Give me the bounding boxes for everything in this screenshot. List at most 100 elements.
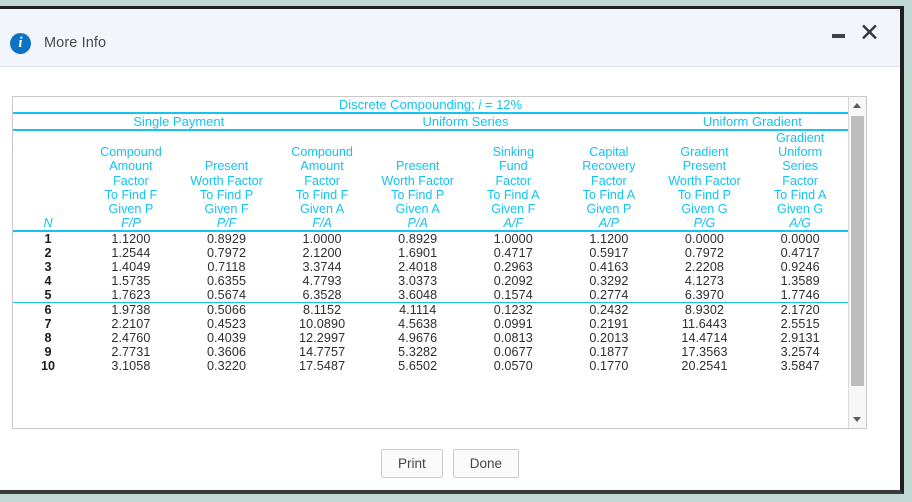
- cell-value: 0.0000: [684, 232, 725, 247]
- cell-value: 10.0890: [298, 317, 346, 332]
- cell-value: 8.1152: [303, 303, 342, 318]
- cell-value: 0.0000: [780, 232, 820, 247]
- cell-value: 0.1232: [493, 303, 533, 318]
- table-row: 5 1.7623 0.5674 6.3528 3.6048 0.1574 0.2774 6.3…: [13, 288, 848, 304]
- cell-value: 2.2107: [111, 317, 151, 332]
- done-button[interactable]: Done: [452, 449, 520, 478]
- cell-value: 0.0570: [493, 359, 533, 374]
- page-title: More Info: [44, 35, 107, 51]
- cell-value: 4.7793: [302, 274, 342, 289]
- minimize-button[interactable]: [832, 28, 846, 41]
- interest-factor-table: Discrete Compounding; i = 12% Single Pay…: [13, 97, 848, 373]
- column-formula-row: N To Find F Given P F/P To Find P Given F P/…: [13, 187, 848, 233]
- cell-value: 2.4760: [111, 331, 151, 346]
- column-header-a-p: To Find A Given P A/P: [561, 187, 657, 233]
- table-row: 10 3.1058 0.3220 17.5487 5.6502 0.0570 0.1770 2…: [13, 359, 848, 373]
- cell-value: 0.4523: [206, 317, 247, 332]
- cell-value: 0.1770: [589, 359, 629, 374]
- cell-value: 1.1200: [589, 232, 629, 247]
- table-row: 7 2.2107 0.4523 10.0890 4.5638 0.0991 0.2191 11…: [13, 317, 848, 331]
- cell-value: 3.2574: [780, 345, 820, 360]
- cell-value: 0.7118: [207, 260, 246, 275]
- cell-value: 11.6443: [681, 317, 728, 332]
- triangle-down-icon[interactable]: [849, 411, 866, 428]
- cell-value: 0.2774: [561, 288, 657, 304]
- cell-value: 1.6901: [398, 246, 438, 261]
- cell-value: 20.2541: [681, 359, 728, 374]
- table-row: 9 2.7731 0.3606 14.7757 5.3282 0.0677 0.1877 17…: [13, 345, 848, 359]
- cell-value: 0.0677: [493, 345, 533, 360]
- cell-value: 0.8929: [206, 232, 247, 247]
- cell-value: 0.3220: [206, 359, 247, 374]
- cell-value: 2.1720: [780, 303, 820, 318]
- column-name-p-f: Present Worth Factor: [190, 159, 263, 188]
- group-single-payment: Single Payment: [83, 112, 275, 131]
- table-body: 1 1.1200 0.8929 1.0000 0.8929 1.0000 1.1200 0.0…: [13, 231, 848, 373]
- window-controls: ✕: [832, 20, 880, 45]
- factor-table-scroll-area: Discrete Compounding; i = 12% Single Pay…: [13, 97, 848, 428]
- cell-value: 0.3292: [589, 274, 629, 289]
- cell-n: 7: [44, 317, 52, 332]
- cell-n: 9: [44, 345, 52, 360]
- group-header-row: Single Payment Uniform Series Uniform Gr…: [13, 112, 848, 131]
- cell-value: 3.0373: [398, 274, 438, 289]
- cell-value: 2.4018: [398, 260, 438, 275]
- table-caption: Discrete Compounding; i = 12%: [13, 97, 848, 113]
- cell-value: 1.7746: [752, 288, 848, 304]
- vertical-scrollbar[interactable]: [848, 97, 866, 428]
- cell-value: 1.0000: [493, 232, 533, 247]
- column-header-f-p: To Find F Given P F/P: [83, 187, 179, 233]
- column-name-f-p: Compound Amount Factor: [100, 145, 162, 188]
- cell-value: 1.9738: [111, 303, 151, 318]
- cell-value: 0.2191: [589, 317, 629, 332]
- cell-value: 0.6355: [206, 274, 247, 289]
- cell-value: 0.4163: [589, 260, 629, 275]
- column-name-p-a: Present Worth Factor: [381, 159, 454, 188]
- cell-value: 0.8929: [398, 232, 438, 247]
- cell-value: 5.3282: [398, 345, 438, 360]
- cell-value: 1.0000: [302, 232, 342, 247]
- scrollbar-thumb[interactable]: [851, 116, 864, 386]
- cell-value: 0.7972: [206, 246, 247, 261]
- cell-value: 17.3563: [681, 345, 728, 360]
- cell-value: 0.4717: [780, 246, 820, 261]
- cell-value: 17.5487: [298, 359, 346, 374]
- cell-value: 0.2013: [589, 331, 629, 346]
- table-row: 3 1.4049 0.7118 3.3744 2.4018 0.2963 0.4163 2.2…: [13, 260, 848, 274]
- cell-value: 6.3970: [656, 288, 753, 304]
- cell-value: 0.3606: [206, 345, 247, 360]
- cell-value: 0.5066: [206, 303, 247, 318]
- cell-value: 4.1273: [684, 274, 725, 289]
- triangle-up-icon[interactable]: [849, 97, 866, 114]
- cell-value: 0.7972: [684, 246, 725, 261]
- dialog-footer: Print Done: [0, 449, 900, 478]
- cell-n: 3: [44, 260, 52, 275]
- cell-value: 1.7623: [83, 288, 179, 304]
- cell-value: 3.5847: [780, 359, 820, 374]
- cell-value: 2.5515: [780, 317, 820, 332]
- cell-n: 10: [40, 359, 56, 374]
- cell-value: 3.1058: [111, 359, 151, 374]
- cell-value: 14.4714: [681, 331, 728, 346]
- group-spacer: [13, 112, 84, 131]
- dialog-titlebar: i More Info ✕: [0, 9, 900, 67]
- cell-value: 3.3744: [302, 260, 342, 275]
- column-name-a-g: Gradient Uniform Series Factor: [775, 131, 825, 188]
- cell-n: 4: [44, 274, 52, 289]
- cell-value: 0.2432: [589, 303, 629, 318]
- column-name-a-p: Capital Recovery Factor: [582, 145, 636, 188]
- cell-value: 0.2092: [493, 274, 533, 289]
- caption-suffix: = 12%: [481, 97, 523, 112]
- column-name-spacer: [13, 130, 83, 188]
- cell-value: 12.2997: [298, 331, 346, 346]
- table-row: 4 1.5735 0.6355 4.7793 3.0373 0.2092 0.3292 4.1…: [13, 274, 848, 288]
- cell-value: 3.6048: [369, 288, 466, 304]
- column-header-n: N: [13, 187, 84, 233]
- cell-value: 5.6502: [398, 359, 438, 374]
- cell-value: 6.3528: [274, 288, 370, 304]
- print-button[interactable]: Print: [380, 449, 443, 478]
- cell-value: 8.9302: [684, 303, 725, 318]
- close-icon[interactable]: ✕: [859, 20, 880, 45]
- cell-value: 4.9676: [398, 331, 438, 346]
- column-name-a-f: Sinking Fund Factor: [492, 145, 534, 188]
